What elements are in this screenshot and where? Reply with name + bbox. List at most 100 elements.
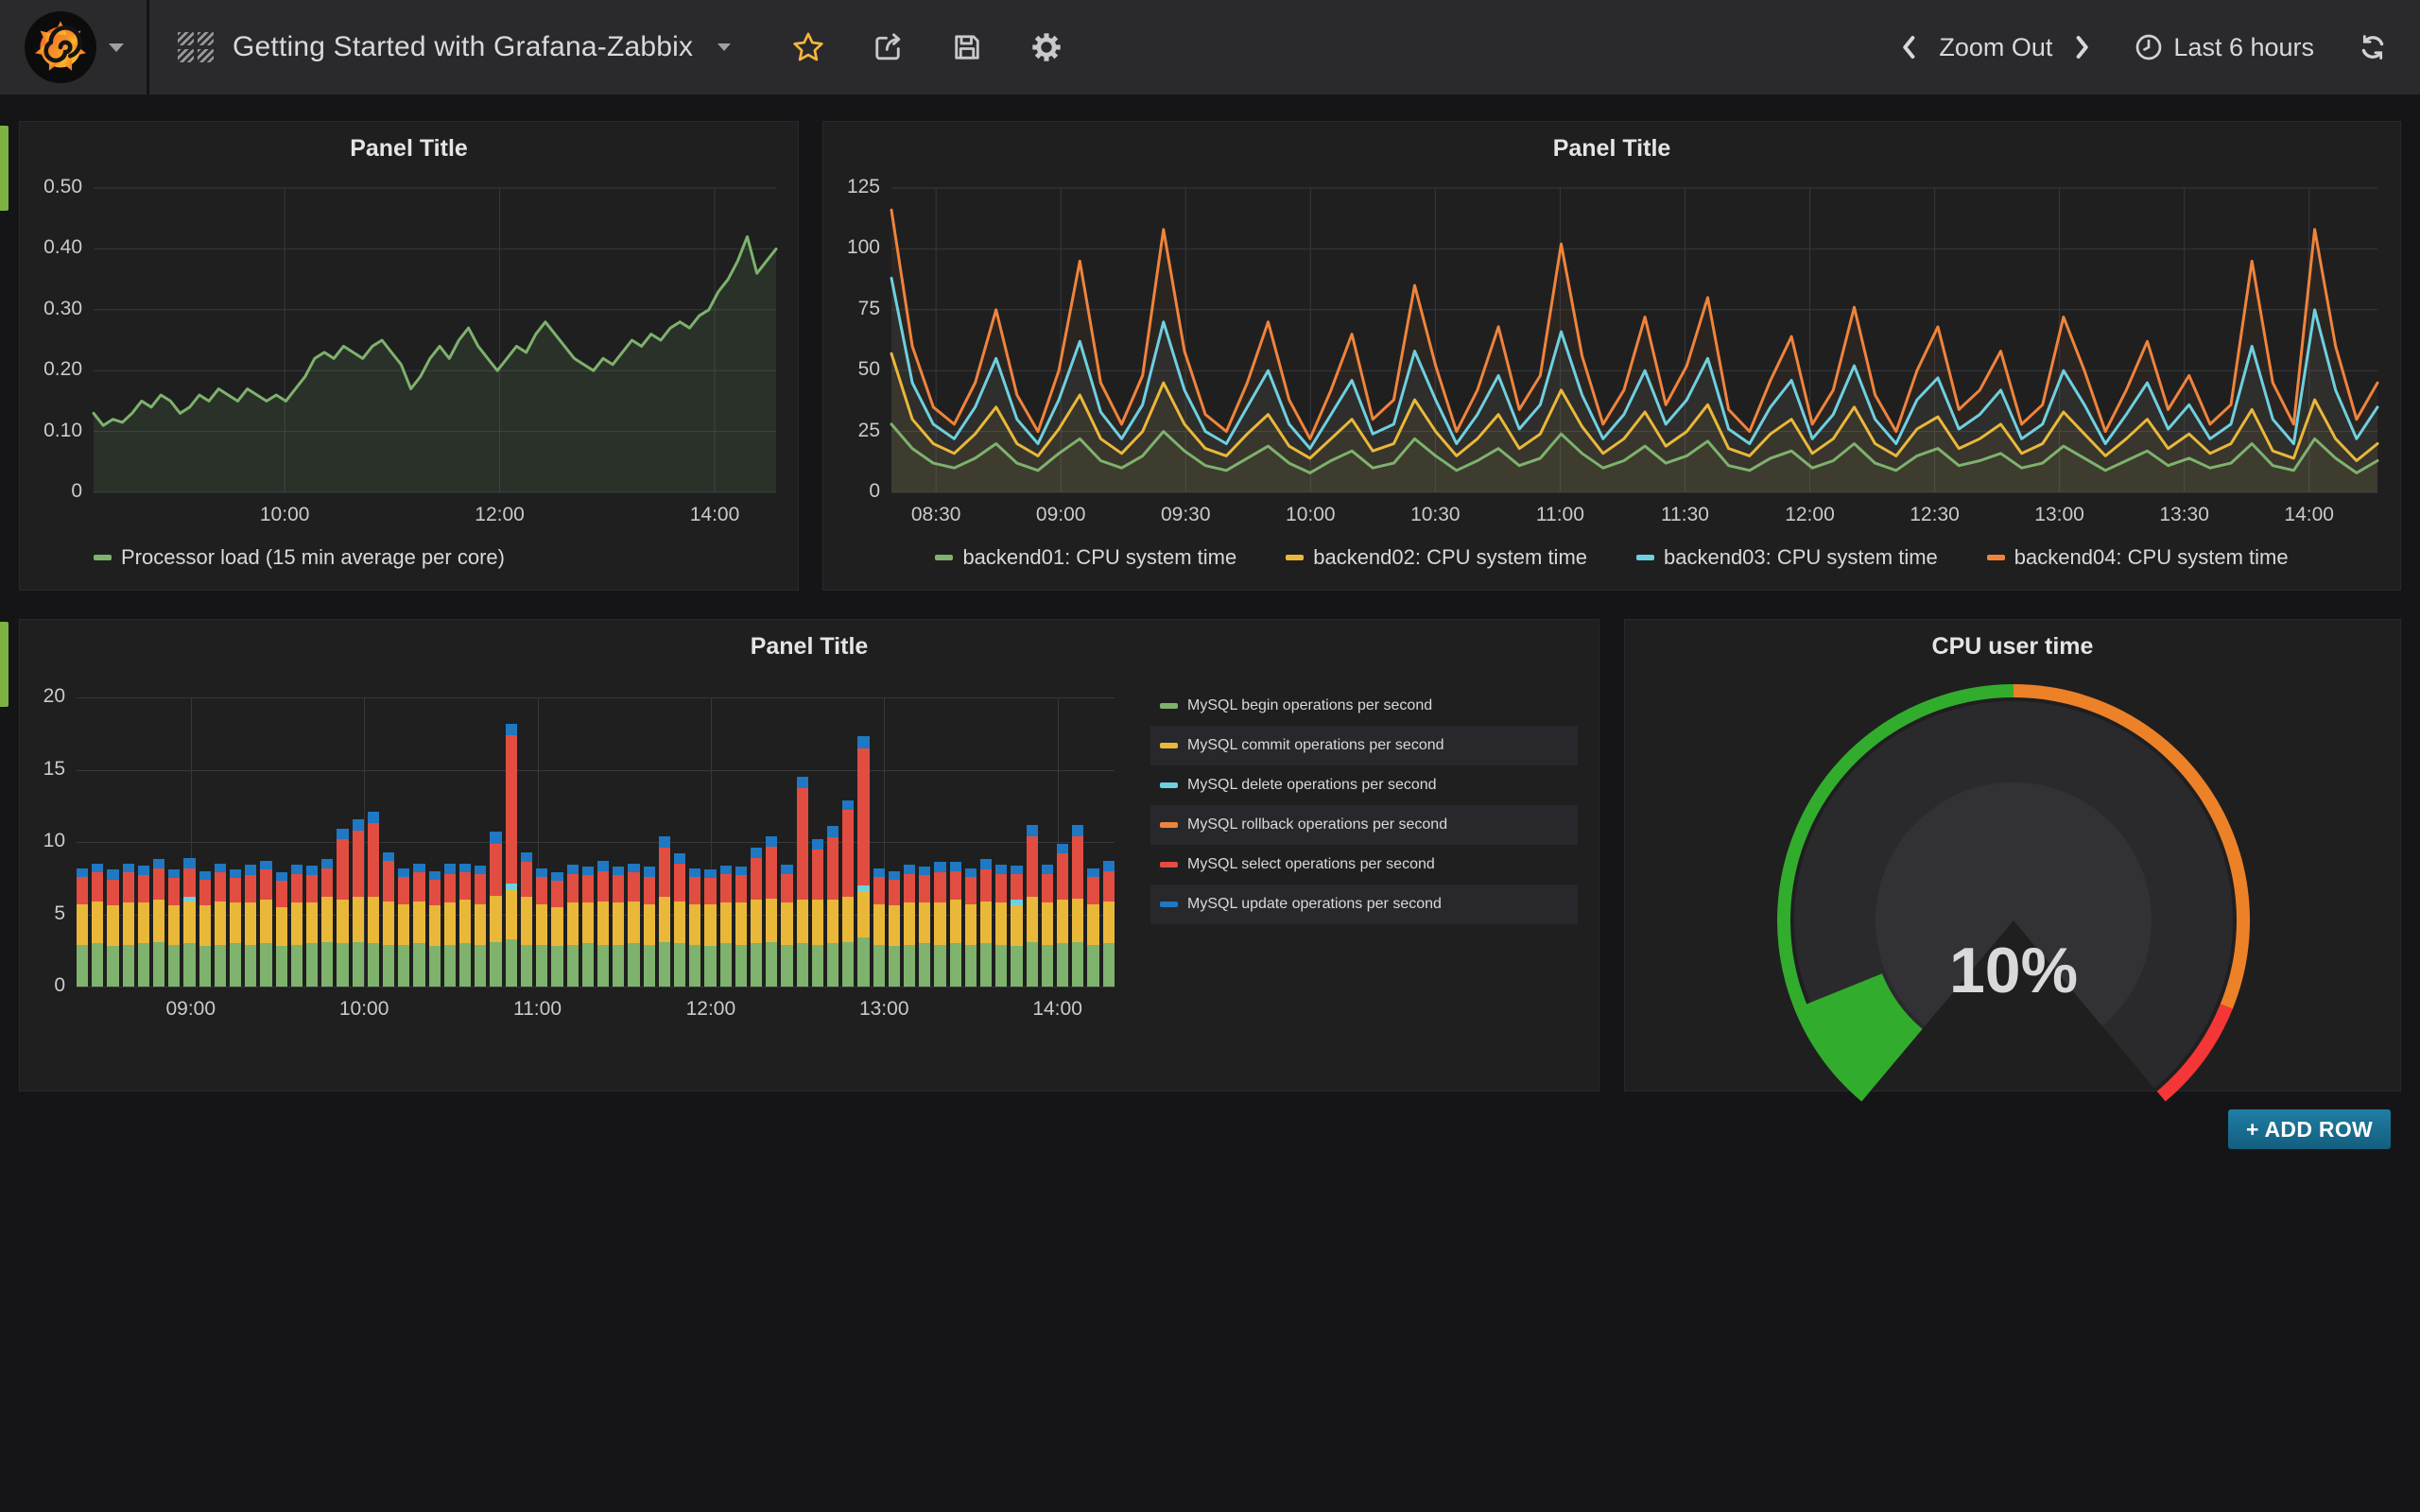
stacked-bar[interactable]	[383, 852, 394, 987]
stacked-bar[interactable]	[1087, 868, 1098, 987]
stacked-bar[interactable]	[766, 836, 777, 987]
settings-button[interactable]	[1029, 30, 1063, 64]
stacked-bar[interactable]	[506, 724, 517, 987]
stacked-bar[interactable]	[689, 868, 700, 987]
time-back-button[interactable]	[1899, 33, 1918, 61]
stacked-bar[interactable]	[490, 832, 501, 987]
stacked-bar[interactable]	[153, 859, 164, 987]
stacked-bar[interactable]	[413, 864, 424, 987]
stacked-bar[interactable]	[857, 736, 869, 987]
stacked-bar[interactable]	[1057, 844, 1068, 987]
row-collapse-handle[interactable]	[0, 126, 9, 211]
stacked-bar[interactable]	[536, 868, 547, 987]
stacked-bar[interactable]	[735, 867, 747, 987]
stacked-bar[interactable]	[260, 861, 271, 987]
legend-item[interactable]: backend01: CPU system time	[935, 545, 1236, 570]
legend-item[interactable]: backend02: CPU system time	[1286, 545, 1587, 570]
stacked-bar[interactable]	[628, 864, 639, 987]
stacked-bar[interactable]	[919, 867, 930, 987]
legend-item[interactable]: MySQL select operations per second	[1150, 845, 1578, 885]
panel-title[interactable]: Panel Title	[823, 135, 2400, 163]
stacked-bar[interactable]	[1072, 825, 1083, 987]
dashboard-title-button[interactable]: Getting Started with Grafana-Zabbix	[149, 0, 759, 94]
time-forward-button[interactable]	[2073, 33, 2092, 61]
stacked-bar[interactable]	[183, 858, 195, 987]
stacked-bar[interactable]	[950, 862, 961, 987]
stacked-bar[interactable]	[398, 868, 409, 987]
stacked-bar[interactable]	[597, 861, 609, 987]
stacked-bar[interactable]	[138, 866, 149, 987]
stacked-bar[interactable]	[567, 865, 579, 987]
stacked-bar[interactable]	[904, 865, 915, 987]
stacked-bar[interactable]	[444, 864, 456, 987]
stacked-bar[interactable]	[674, 853, 685, 987]
stacked-bar[interactable]	[230, 869, 241, 987]
stacked-bar[interactable]	[965, 868, 977, 987]
plot-area[interactable]	[94, 188, 776, 492]
stacked-bar[interactable]	[245, 865, 256, 987]
bar-segment	[138, 943, 149, 987]
legend-item[interactable]: MySQL update operations per second	[1150, 885, 1578, 924]
legend-item[interactable]: MySQL delete operations per second	[1150, 765, 1578, 805]
stacked-bar[interactable]	[720, 866, 732, 987]
time-range-picker[interactable]: Last 6 hours	[2134, 32, 2314, 62]
bar-plot-area[interactable]	[77, 697, 1115, 987]
stacked-bar[interactable]	[291, 865, 302, 987]
stacked-bar[interactable]	[168, 869, 180, 987]
stacked-bar[interactable]	[812, 839, 823, 987]
stacked-bar[interactable]	[306, 866, 318, 987]
stacked-bar[interactable]	[797, 777, 808, 987]
stacked-bar[interactable]	[107, 869, 118, 987]
panel-title[interactable]: Panel Title	[20, 135, 798, 163]
stacked-bar[interactable]	[659, 836, 670, 987]
stacked-bar[interactable]	[751, 848, 762, 987]
refresh-button[interactable]	[2358, 32, 2388, 62]
stacked-bar[interactable]	[1103, 861, 1115, 987]
legend-item[interactable]: MySQL commit operations per second	[1150, 726, 1578, 765]
stacked-bar[interactable]	[551, 872, 562, 987]
stacked-bar[interactable]	[353, 819, 364, 987]
stacked-bar[interactable]	[92, 864, 103, 987]
stacked-bar[interactable]	[475, 866, 486, 987]
stacked-bar[interactable]	[873, 868, 885, 987]
stacked-bar[interactable]	[613, 867, 624, 987]
stacked-bar[interactable]	[704, 869, 716, 987]
stacked-bar[interactable]	[429, 871, 441, 987]
stacked-bar[interactable]	[337, 829, 348, 987]
legend-item[interactable]: MySQL begin operations per second	[1150, 686, 1578, 726]
stacked-bar[interactable]	[889, 871, 900, 987]
stacked-bar[interactable]	[215, 864, 226, 987]
share-button[interactable]	[871, 30, 905, 64]
plot-area[interactable]	[891, 188, 2377, 492]
stacked-bar[interactable]	[123, 864, 134, 987]
stacked-bar[interactable]	[521, 852, 532, 987]
stacked-bar[interactable]	[276, 872, 287, 987]
add-row-button[interactable]: + ADD ROW	[2228, 1109, 2391, 1149]
legend-item[interactable]: backend03: CPU system time	[1636, 545, 1938, 570]
stacked-bar[interactable]	[459, 864, 471, 987]
stacked-bar[interactable]	[1042, 865, 1053, 987]
save-button[interactable]	[950, 30, 984, 64]
stacked-bar[interactable]	[934, 862, 945, 987]
legend-item[interactable]: backend04: CPU system time	[1987, 545, 2289, 570]
stacked-bar[interactable]	[321, 859, 333, 987]
stacked-bar[interactable]	[368, 812, 379, 987]
zoom-out-button[interactable]: Zoom Out	[1933, 33, 2058, 62]
stacked-bar[interactable]	[644, 867, 655, 987]
legend-item[interactable]: MySQL rollback operations per second	[1150, 805, 1578, 845]
star-button[interactable]	[791, 30, 825, 64]
stacked-bar[interactable]	[582, 867, 594, 987]
stacked-bar[interactable]	[827, 826, 838, 987]
side-menu-toggle[interactable]	[0, 0, 147, 94]
stacked-bar[interactable]	[77, 868, 88, 987]
stacked-bar[interactable]	[1011, 866, 1022, 987]
panel-title[interactable]: Panel Title	[20, 633, 1599, 661]
stacked-bar[interactable]	[781, 865, 792, 987]
stacked-bar[interactable]	[842, 800, 854, 987]
stacked-bar[interactable]	[199, 871, 211, 987]
stacked-bar[interactable]	[995, 865, 1007, 987]
legend-item[interactable]: Processor load (15 min average per core)	[94, 545, 505, 570]
row-collapse-handle[interactable]	[0, 622, 9, 707]
stacked-bar[interactable]	[980, 859, 992, 987]
stacked-bar[interactable]	[1027, 825, 1038, 987]
